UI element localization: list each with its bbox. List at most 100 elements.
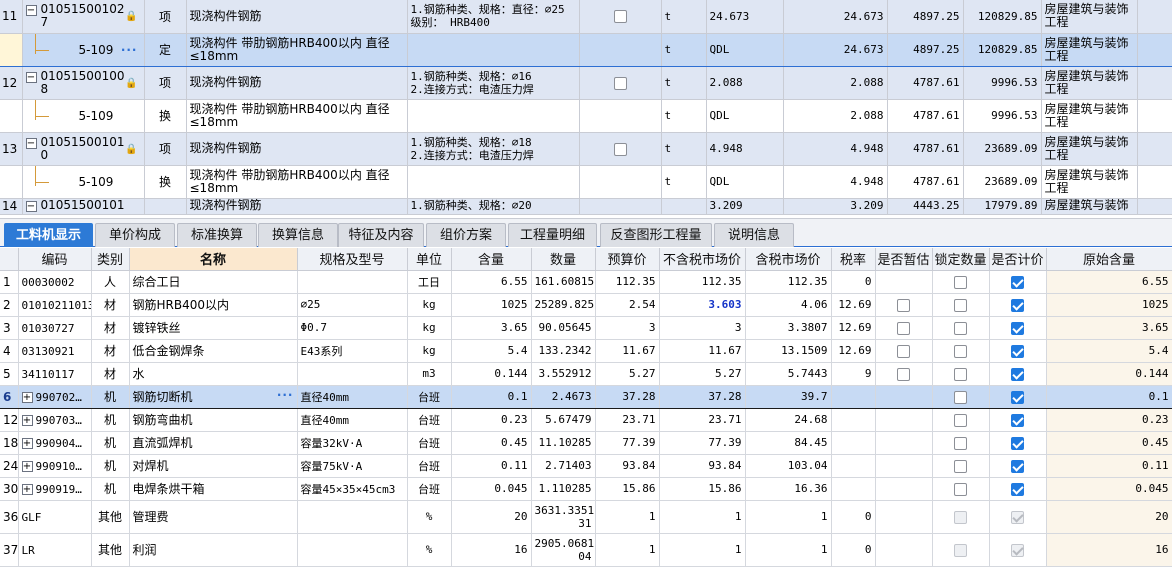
item-name[interactable]: 现浇构件钢筋 bbox=[186, 66, 408, 100]
collapse-icon[interactable]: − bbox=[25, 137, 37, 149]
material-quantity[interactable]: 2.71403 bbox=[531, 454, 596, 478]
is-priced-cell[interactable] bbox=[989, 316, 1047, 340]
market-price-ex-tax[interactable]: 112.35 bbox=[659, 270, 746, 294]
material-quantity[interactable]: 3.552912 bbox=[531, 362, 596, 386]
expand-icon[interactable]: + bbox=[21, 391, 33, 403]
column-header[interactable]: 是否暂估 bbox=[875, 248, 933, 271]
is-priced-checkbox[interactable] bbox=[1011, 436, 1024, 450]
market-price-inc-tax[interactable]: 4.06 bbox=[745, 293, 832, 317]
item-code[interactable]: −01051500100 8 🔒 bbox=[22, 66, 145, 100]
is-priced-cell[interactable] bbox=[989, 270, 1047, 294]
lock-quantity-cell[interactable] bbox=[932, 408, 990, 432]
material-spec[interactable]: E43系列 bbox=[297, 339, 408, 363]
column-header[interactable]: 规格及型号 bbox=[297, 248, 408, 271]
market-price-ex-tax[interactable]: 15.86 bbox=[659, 477, 746, 501]
tax-rate[interactable] bbox=[831, 408, 876, 432]
is-priced-checkbox[interactable] bbox=[1011, 482, 1024, 496]
material-name[interactable]: 低合金钢焊条 bbox=[129, 339, 298, 363]
is-priced-checkbox[interactable] bbox=[1011, 390, 1024, 404]
is-priced-cell[interactable] bbox=[989, 293, 1047, 317]
material-row[interactable]: 24 +990910… 机 对焊机 容量75kV·A 台班 0.11 2.71403 93.84… bbox=[0, 454, 1172, 478]
column-header[interactable]: 单位 bbox=[407, 248, 452, 271]
material-row[interactable]: 12 +990703… 机 钢筋弯曲机 直径40mm 台班 0.23 5.67479 23.71… bbox=[0, 408, 1172, 432]
market-price-inc-tax[interactable]: 1 bbox=[745, 533, 832, 567]
collapse-icon[interactable]: − bbox=[25, 71, 37, 83]
flag-checkbox[interactable] bbox=[613, 76, 627, 90]
bill-item-row[interactable]: 12−01051500100 8 🔒 项现浇构件钢筋 1.钢筋种类、规格：⌀16 2.连接… bbox=[0, 66, 1172, 100]
material-row[interactable]: 37 LR 其他 利润% 16 2905.0681 04 1 1 1 0 16 bbox=[0, 533, 1172, 567]
flag-checkbox-cell[interactable] bbox=[579, 66, 662, 100]
material-code[interactable]: +990904… bbox=[18, 431, 92, 455]
market-price-ex-tax[interactable]: 23.71 bbox=[659, 408, 746, 432]
provisional-checkbox[interactable] bbox=[897, 321, 910, 335]
lock-quantity-checkbox[interactable] bbox=[954, 344, 967, 358]
material-content[interactable]: 20 bbox=[451, 500, 532, 534]
material-quantity[interactable]: 161.60815 bbox=[531, 270, 596, 294]
material-quantity[interactable]: 90.05645 bbox=[531, 316, 596, 340]
is-priced-checkbox[interactable] bbox=[1011, 510, 1024, 524]
lock-quantity-checkbox[interactable] bbox=[954, 459, 967, 473]
more-icon[interactable]: ··· bbox=[121, 43, 138, 57]
market-price-inc-tax[interactable]: 84.45 bbox=[745, 431, 832, 455]
material-row[interactable]: 18 +990904… 机 直流弧焊机 容量32kV·A 台班 0.45 11.10285 77… bbox=[0, 431, 1172, 455]
is-priced-cell[interactable] bbox=[989, 384, 1047, 409]
is-priced-cell[interactable] bbox=[989, 454, 1047, 478]
column-header[interactable]: 含量 bbox=[451, 248, 532, 271]
item-name[interactable]: 现浇构件钢筋 bbox=[186, 198, 408, 215]
tab-4[interactable]: 换算信息 bbox=[258, 223, 338, 247]
quantity-expression[interactable]: 24.673 bbox=[706, 0, 784, 34]
quota-list-grid[interactable]: 11−01051500102 7 🔒 项现浇构件钢筋 1.钢筋种类、规格：直径：⌀25 级… bbox=[0, 0, 1172, 217]
item-code[interactable]: −01051500101 0 🔒 bbox=[22, 132, 145, 166]
item-code[interactable]: 5-109 bbox=[22, 99, 145, 133]
material-name[interactable]: 水 bbox=[129, 362, 298, 386]
material-name[interactable]: 利润 bbox=[129, 533, 298, 567]
tab-7[interactable]: 工程量明细 bbox=[508, 223, 597, 247]
material-quantity[interactable]: 11.10285 bbox=[531, 431, 596, 455]
material-name[interactable]: 电焊条烘干箱 bbox=[129, 477, 298, 501]
expand-icon[interactable]: + bbox=[21, 483, 33, 495]
tax-rate[interactable] bbox=[831, 431, 876, 455]
quota-row[interactable]: 5-109 ··· 定 现浇构件 带肋钢筋HRB400以内 直径 ≤18mm t QDL 24… bbox=[0, 32, 1172, 67]
market-price-inc-tax[interactable]: 39.7 bbox=[745, 384, 832, 409]
material-content[interactable]: 0.11 bbox=[451, 454, 532, 478]
column-header[interactable]: 锁定数量 bbox=[932, 248, 990, 271]
item-code[interactable]: 5-109 bbox=[22, 165, 145, 199]
market-price-inc-tax[interactable]: 3.3807 bbox=[745, 316, 832, 340]
material-row[interactable]: 4 03130921 材 低合金钢焊条 E43系列 kg 5.4 133.2342 11.67 1… bbox=[0, 339, 1172, 363]
material-content[interactable]: 0.23 bbox=[451, 408, 532, 432]
quantity-expression[interactable]: 3.209 bbox=[706, 198, 784, 215]
tax-rate[interactable] bbox=[831, 477, 876, 501]
item-features[interactable]: 1.钢筋种类、规格：⌀18 2.连接方式：电渣压力焊 bbox=[407, 132, 580, 166]
provisional-cell[interactable] bbox=[875, 316, 933, 340]
market-price-ex-tax[interactable]: 11.67 bbox=[659, 339, 746, 363]
quota-row[interactable]: 5-109 换 现浇构件 带肋钢筋HRB400以内 直径 ≤18mm t QDL 4.948… bbox=[0, 165, 1172, 199]
material-row[interactable]: 36 GLF 其他 管理费% 20 3631.3351 31 1 1 1 0 20 bbox=[0, 500, 1172, 534]
material-code[interactable]: LR bbox=[18, 533, 92, 567]
is-priced-checkbox[interactable] bbox=[1011, 298, 1024, 312]
lock-quantity-checkbox[interactable] bbox=[954, 436, 967, 450]
material-name[interactable]: 管理费 bbox=[129, 500, 298, 534]
material-quantity[interactable]: 133.2342 bbox=[531, 339, 596, 363]
lock-quantity-checkbox[interactable] bbox=[954, 413, 967, 427]
expand-icon[interactable]: + bbox=[21, 460, 33, 472]
market-price-inc-tax[interactable]: 112.35 bbox=[745, 270, 832, 294]
market-price-ex-tax[interactable]: 1 bbox=[659, 533, 746, 567]
market-price-ex-tax[interactable]: 3.603 bbox=[659, 293, 746, 317]
bill-item-row[interactable]: 13−01051500101 0 🔒 项现浇构件钢筋 1.钢筋种类、规格：⌀18 2.连接… bbox=[0, 132, 1172, 166]
lock-quantity-cell[interactable] bbox=[932, 316, 990, 340]
tax-rate[interactable]: 0 bbox=[831, 500, 876, 534]
item-name[interactable]: 现浇构件 带肋钢筋HRB400以内 直径 ≤18mm bbox=[186, 32, 408, 67]
material-quantity[interactable]: 1.110285 bbox=[531, 477, 596, 501]
quantity-expression[interactable]: 2.088 bbox=[706, 66, 784, 100]
material-name[interactable]: 对焊机 bbox=[129, 454, 298, 478]
item-code[interactable]: −01051500102 7 🔒 bbox=[22, 0, 145, 34]
market-price-ex-tax[interactable]: 1 bbox=[659, 500, 746, 534]
column-header[interactable]: 编码 bbox=[18, 248, 92, 271]
item-name[interactable]: 现浇构件 带肋钢筋HRB400以内 直径 ≤18mm bbox=[186, 165, 408, 199]
flag-checkbox-cell[interactable] bbox=[579, 198, 662, 215]
material-content[interactable]: 16 bbox=[451, 533, 532, 567]
material-quantity[interactable]: 2.4673 bbox=[531, 384, 596, 409]
lock-quantity-cell[interactable] bbox=[932, 454, 990, 478]
material-content[interactable]: 6.55 bbox=[451, 270, 532, 294]
item-features[interactable]: 1.钢筋种类、规格：直径：⌀25 级别： HRB400 bbox=[407, 0, 580, 34]
